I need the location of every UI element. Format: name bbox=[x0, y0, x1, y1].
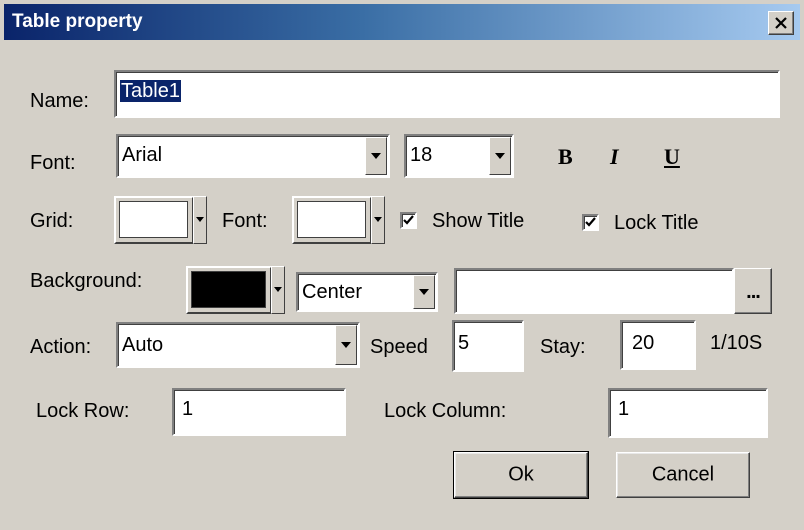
font-color-swatch bbox=[297, 201, 366, 238]
lock-column-value: 1 bbox=[618, 398, 630, 420]
speed-value: 5 bbox=[458, 332, 470, 354]
font-color-label: Font: bbox=[222, 210, 268, 232]
background-align-value: Center bbox=[302, 281, 363, 303]
action-dropdown-button[interactable] bbox=[335, 325, 357, 365]
font-label: Font: bbox=[30, 152, 76, 174]
action-select[interactable]: Auto bbox=[116, 322, 360, 368]
name-input[interactable]: Table1 bbox=[114, 70, 780, 118]
lock-title-label: Lock Title bbox=[614, 212, 699, 234]
stay-unit-label: 1/10S bbox=[710, 332, 763, 354]
show-title-checkbox[interactable] bbox=[400, 212, 417, 229]
lock-column-input[interactable]: 1 bbox=[608, 388, 768, 438]
cancel-button-label: Cancel bbox=[651, 463, 715, 486]
dialog-title: Table property bbox=[12, 11, 143, 32]
lock-title-checkbox[interactable] bbox=[582, 214, 599, 231]
lock-row-label: Lock Row: bbox=[36, 400, 130, 422]
background-label: Background: bbox=[30, 270, 143, 292]
chevron-down-icon bbox=[374, 217, 382, 222]
name-label: Name: bbox=[30, 90, 89, 112]
browse-button[interactable]: ... bbox=[734, 268, 772, 314]
speed-input[interactable]: 5 bbox=[452, 320, 524, 372]
title-bar[interactable]: Table property bbox=[4, 4, 800, 40]
ok-button[interactable]: Ok bbox=[454, 452, 588, 498]
chevron-down-icon bbox=[419, 289, 429, 295]
lock-row-value: 1 bbox=[182, 398, 194, 420]
font-dropdown-button[interactable] bbox=[365, 137, 387, 175]
grid-label: Grid: bbox=[30, 210, 74, 232]
chevron-down-icon bbox=[371, 153, 381, 159]
checkmark-icon bbox=[403, 215, 414, 225]
background-color-button[interactable] bbox=[186, 266, 272, 314]
background-image-path-input[interactable] bbox=[454, 268, 734, 314]
table-property-dialog: Table property Name: Table1 Font: Arial … bbox=[0, 0, 804, 530]
cancel-button[interactable]: Cancel bbox=[616, 452, 750, 498]
action-value: Auto bbox=[122, 334, 164, 356]
chevron-down-icon bbox=[341, 342, 351, 348]
name-value: Table1 bbox=[120, 80, 181, 102]
chevron-down-icon bbox=[274, 287, 282, 292]
font-size-select[interactable]: 18 bbox=[404, 134, 514, 178]
action-label: Action: bbox=[30, 336, 92, 358]
font-select[interactable]: Arial bbox=[116, 134, 390, 178]
stay-label: Stay: bbox=[540, 336, 586, 358]
chevron-down-icon bbox=[495, 153, 505, 159]
bold-button[interactable]: B bbox=[558, 144, 573, 170]
font-value: Arial bbox=[122, 144, 163, 166]
lock-row-input[interactable]: 1 bbox=[172, 388, 346, 436]
speed-label: Speed bbox=[370, 336, 428, 358]
close-icon bbox=[775, 17, 787, 29]
font-color-button[interactable] bbox=[292, 196, 372, 244]
stay-value: 20 bbox=[632, 332, 655, 354]
grid-color-dropdown[interactable] bbox=[193, 196, 207, 244]
lock-column-label: Lock Column: bbox=[384, 400, 507, 422]
show-title-label: Show Title bbox=[432, 210, 525, 232]
background-color-dropdown[interactable] bbox=[271, 266, 285, 314]
checkmark-icon bbox=[585, 217, 596, 227]
chevron-down-icon bbox=[196, 217, 204, 222]
background-align-dropdown-button[interactable] bbox=[413, 275, 435, 309]
font-size-value: 18 bbox=[410, 144, 433, 166]
background-color-swatch bbox=[191, 271, 266, 308]
close-button[interactable] bbox=[768, 11, 794, 35]
font-color-dropdown[interactable] bbox=[371, 196, 385, 244]
grid-color-button[interactable] bbox=[114, 196, 194, 244]
background-align-select[interactable]: Center bbox=[296, 272, 438, 312]
font-size-dropdown-button[interactable] bbox=[489, 137, 511, 175]
stay-input[interactable]: 20 bbox=[620, 320, 696, 370]
browse-button-label: ... bbox=[746, 281, 761, 303]
ok-button-label: Ok bbox=[508, 463, 534, 486]
grid-color-swatch bbox=[119, 201, 188, 238]
underline-button[interactable]: U bbox=[664, 144, 680, 170]
italic-button[interactable]: I bbox=[610, 144, 619, 170]
